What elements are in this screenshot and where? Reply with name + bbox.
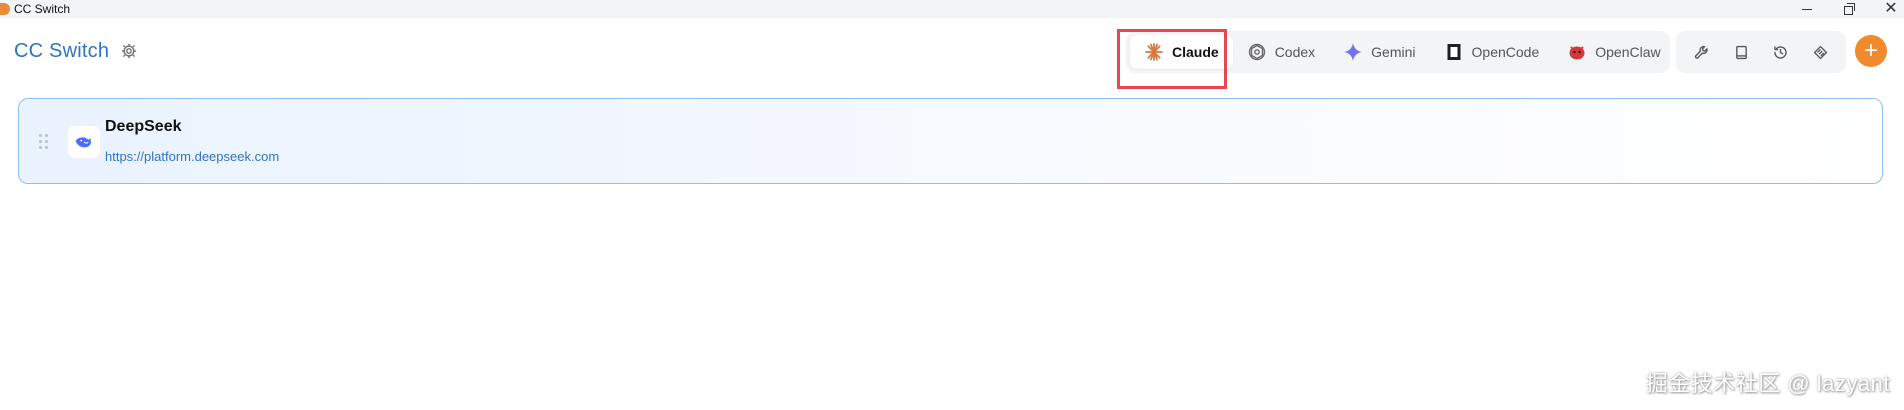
tab-label: OpenCode xyxy=(1471,44,1540,60)
window-title: CC Switch xyxy=(14,2,71,16)
openclaw-icon xyxy=(1567,42,1587,62)
layers-button[interactable] xyxy=(1804,36,1836,68)
tab-label: Gemini xyxy=(1371,44,1416,60)
tab-opencode[interactable]: OpenCode xyxy=(1430,35,1554,69)
app-brand: CC Switch xyxy=(14,40,110,62)
tab-claude[interactable]: Claude xyxy=(1130,35,1233,69)
close-icon[interactable]: ✕ xyxy=(1884,1,1898,17)
minimize-icon[interactable] xyxy=(1800,2,1814,16)
gear-icon[interactable] xyxy=(120,42,138,60)
opencode-icon xyxy=(1444,42,1464,62)
deepseek-whale-icon xyxy=(67,125,101,159)
app-tabs: Claude Codex Gemini OpenCode OpenClaw xyxy=(1126,31,1670,73)
tab-label: Claude xyxy=(1172,44,1219,60)
tool-group xyxy=(1676,31,1846,73)
tab-openclaw[interactable]: OpenClaw xyxy=(1553,35,1674,69)
layers-icon xyxy=(1813,45,1827,59)
tab-codex[interactable]: Codex xyxy=(1233,35,1329,69)
provider-name: DeepSeek xyxy=(105,118,182,135)
window-titlebar: CC Switch ✕ xyxy=(0,0,1904,18)
claude-icon xyxy=(1144,42,1164,62)
book-icon xyxy=(1735,45,1747,59)
restore-icon[interactable] xyxy=(1842,2,1856,16)
book-button[interactable] xyxy=(1725,36,1757,68)
watermark: 掘金技术社区 @ lazyant xyxy=(1645,371,1890,396)
app-icon xyxy=(0,3,10,15)
gemini-icon xyxy=(1343,42,1363,62)
tab-label: Codex xyxy=(1274,44,1316,60)
provider-url-link[interactable]: https://platform.deepseek.com xyxy=(105,149,279,164)
app-header: CC Switch Claude Codex Gemini OpenCode O… xyxy=(0,18,1904,89)
add-provider-button[interactable]: + xyxy=(1855,35,1887,67)
codex-icon xyxy=(1247,42,1267,62)
window-controls: ✕ xyxy=(1800,0,1898,18)
history-icon xyxy=(1774,45,1787,59)
drag-handle-icon[interactable] xyxy=(39,134,49,150)
tab-gemini[interactable]: Gemini xyxy=(1329,35,1429,69)
tab-label: OpenClaw xyxy=(1595,44,1661,60)
history-button[interactable] xyxy=(1765,36,1797,68)
wrench-button[interactable] xyxy=(1686,36,1718,68)
provider-card[interactable]: DeepSeek https://platform.deepseek.com xyxy=(18,98,1883,184)
wrench-icon xyxy=(1695,45,1708,59)
